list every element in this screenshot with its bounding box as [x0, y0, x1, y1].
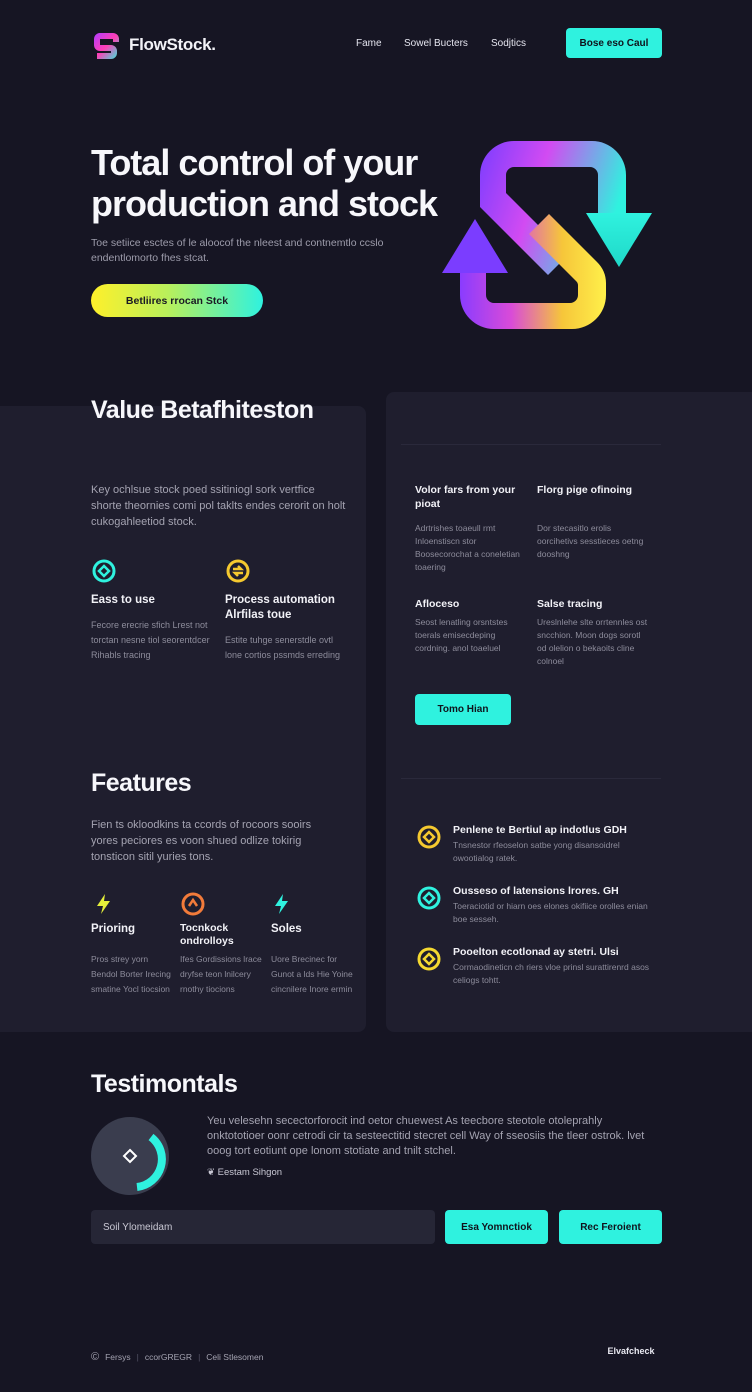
benefit-title: Volor fars from your pioat	[415, 484, 516, 510]
avatar-ring-icon	[122, 1133, 166, 1191]
author-name: Eestam Sihgon	[217, 1167, 283, 1178]
feature-item-title: Prioring	[91, 923, 136, 935]
features-body: Fien ts okloodkins ta ccords of rocoors …	[91, 819, 312, 863]
benefit-desc: Dor stecasitlo erolis oorcihetivs sessti…	[537, 523, 644, 559]
list-item: Pooelton ecotlonad ay stetri. Ulsi Corma…	[416, 946, 656, 986]
brand-logo[interactable]: FlowStock.	[91, 29, 216, 61]
request-button[interactable]: Rec Feroient	[559, 1210, 662, 1244]
testimonial-quote: Yeu velesehn secectorforocit ind oetor c…	[207, 1115, 645, 1157]
email-input[interactable]	[91, 1210, 435, 1244]
author-icon: ❦	[207, 1167, 218, 1178]
benefit-title: Afloceso	[415, 598, 460, 610]
list-item-title: Pooelton ecotlonad ay stetri. Ulsi	[453, 946, 619, 958]
testimonials-title: Testimontals	[91, 1070, 238, 1098]
value-item-title: Eass to use	[91, 594, 155, 606]
list-item-desc: Cormaodineticn ch riers vloe prinsl sura…	[453, 962, 650, 985]
value-title: Value Betafhiteston	[91, 396, 314, 424]
benefit-desc: Adrtrishes toaeull rmt Inloenstiscn stor…	[415, 523, 520, 572]
nav-cta-button[interactable]: Bose eso Caul	[566, 28, 662, 58]
footer-link[interactable]: Fersys	[105, 1352, 131, 1362]
sync-icon	[417, 886, 441, 910]
footer-links: © Fersys | ccorGREGR | Celi Stlesomen	[91, 1351, 263, 1363]
sync-icon	[417, 825, 441, 849]
tracking-icon	[181, 892, 205, 916]
avatar	[91, 1117, 169, 1195]
feature-item-desc: Ifes Gordissions lrace dryfse teon lnilc…	[180, 954, 262, 994]
value-item-desc: Estite tuhge senerstdle ovtl lone cortio…	[225, 635, 341, 660]
logo-icon	[93, 33, 119, 59]
testimonial-author: ❦ Eestam Sihgon	[207, 1167, 282, 1178]
feature-item-desc: Uore Brecinec for Gunot a lds Hie Yoine …	[271, 954, 353, 994]
footer-separator: |	[198, 1352, 201, 1362]
lightning-icon	[97, 894, 110, 914]
list-item: Penlene te Bertiul ap indotlus GDH Tnsne…	[416, 824, 656, 864]
hero-cta-button[interactable]: Betliires rrocan Stck	[91, 284, 263, 317]
top-nav: FlowStock. Fame Sowel Bucters Sodjtics B…	[0, 0, 752, 90]
list-item: Ousseso of latensions lrores. GH Toeraci…	[416, 885, 656, 925]
value-body: Key ochlsue stock poed ssitiniogl sork v…	[91, 484, 346, 528]
learn-more-button[interactable]: Tomo Hian	[415, 694, 511, 725]
brand-name: FlowStock.	[129, 35, 216, 54]
hero-title: Total control of your production and sto…	[91, 142, 438, 224]
feature-item-desc: Pros strey yorn Bendol Borter Irecing sm…	[91, 954, 171, 994]
footer-logo[interactable]: Elvafcheck	[605, 1346, 657, 1356]
footer-link[interactable]: Celi Stlesomen	[206, 1352, 263, 1362]
benefit-desc: Ureslnlehe slte orrtennles ost sncchion.…	[537, 617, 648, 666]
list-item-desc: Toeraciotid or hiarn oes elones okifiice…	[453, 901, 648, 924]
divider	[401, 444, 661, 445]
hero-subtitle: Toe setiice esctes of le aloocof the nle…	[91, 237, 384, 264]
automation-icon	[226, 559, 250, 583]
value-item-desc: Fecore erecrie sfich Lrest not torctan n…	[91, 620, 210, 660]
footer-link[interactable]: ccorGREGR	[145, 1352, 192, 1362]
list-item-desc: Tnsnestor rfeoselon satbe yong disansoid…	[453, 840, 620, 863]
nav-link-logistics[interactable]: Sodjtics	[491, 38, 526, 49]
feature-item-title: Tocnkock ondrolloys	[180, 922, 234, 947]
subscribe-button[interactable]: Esa Yomnctiok	[445, 1210, 548, 1244]
hero-flow-logo-icon	[442, 141, 652, 329]
nav-link-solutions[interactable]: Sowel Bucters	[404, 38, 468, 49]
list-item-title: Ousseso of latensions lrores. GH	[453, 885, 619, 897]
benefit-title: Florg pige ofinoing	[537, 484, 633, 496]
nav-link-home[interactable]: Fame	[356, 38, 382, 49]
sales-bolt-icon	[275, 894, 288, 914]
footer-separator: |	[136, 1352, 139, 1362]
list-item-title: Penlene te Bertiul ap indotlus GDH	[453, 824, 627, 836]
value-item-title: Process automation Alrfilas toue	[225, 594, 335, 621]
refresh-icon	[92, 559, 116, 583]
divider	[401, 778, 661, 779]
features-title: Features	[91, 769, 192, 797]
benefit-title: Salse tracing	[537, 598, 603, 610]
feature-item-title: Soles	[271, 923, 302, 935]
copyright-icon: ©	[91, 1351, 100, 1363]
benefit-desc: Seost lenatling orsntstes toerals emisec…	[415, 617, 508, 653]
sync-icon	[417, 947, 441, 971]
